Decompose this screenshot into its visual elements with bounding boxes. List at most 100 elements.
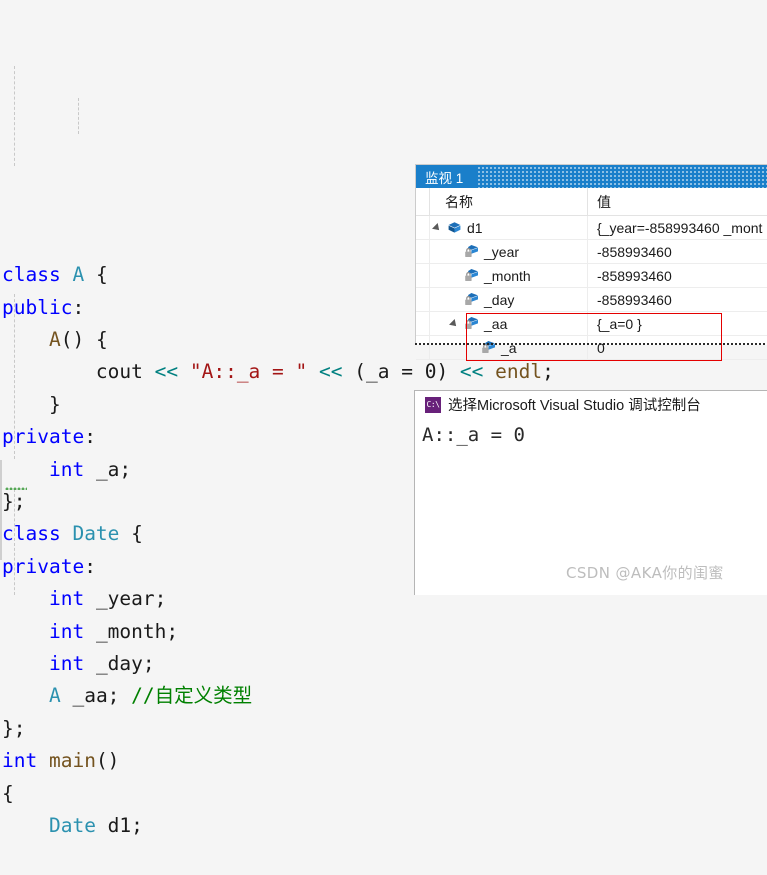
code-token: { — [119, 522, 142, 545]
code-token: int — [49, 587, 84, 610]
code-token: Date — [49, 814, 96, 837]
code-token: << — [319, 360, 342, 383]
watch-row-name-cell[interactable]: _year — [430, 240, 588, 263]
code-line: cout << "A::_a = " << (_a = 0) << endl; — [0, 356, 767, 388]
title-bar-grip — [478, 165, 767, 188]
watch-row-name-cell[interactable]: _day — [430, 288, 588, 311]
code-token: () { — [61, 328, 108, 351]
watch-window-title: 监视 1 — [425, 167, 463, 187]
column-header-value[interactable]: 值 — [588, 188, 767, 215]
code-token: { — [84, 263, 107, 286]
code-token: "A::_a = " — [190, 360, 307, 383]
object-cube-icon — [443, 221, 465, 234]
code-line: { — [0, 778, 767, 810]
field-lock-icon — [460, 244, 482, 259]
code-token: ; — [542, 360, 554, 383]
code-token: A — [49, 328, 61, 351]
code-token — [2, 328, 49, 351]
code-token: } — [2, 393, 61, 416]
code-token: : — [84, 555, 96, 578]
watch-row[interactable]: _a 0 — [416, 336, 767, 360]
code-token: public — [2, 296, 72, 319]
watch-row-name: _year — [482, 244, 519, 260]
code-token: << — [155, 360, 178, 383]
row-gutter — [416, 240, 430, 263]
code-token: }; — [2, 717, 25, 740]
code-token: : — [84, 425, 96, 448]
code-line: Date d1; — [0, 810, 767, 842]
watch-row-name-cell[interactable]: _a — [430, 336, 588, 359]
code-token — [178, 360, 190, 383]
code-token — [483, 360, 495, 383]
code-token: int — [49, 652, 84, 675]
code-token: Date — [72, 522, 119, 545]
code-token: _year; — [84, 587, 166, 610]
chevron-expanded-icon[interactable] — [430, 224, 443, 232]
watch-row-name-cell[interactable]: d1 — [430, 216, 588, 239]
watch-window[interactable]: 监视 1 名称 值 d1{_year=-858993460 _mont_year… — [415, 164, 767, 345]
code-line: int _month; — [0, 616, 767, 648]
watch-row-value[interactable]: 0 — [588, 336, 767, 359]
row-gutter — [416, 336, 430, 359]
watch-row-value[interactable]: {_year=-858993460 _mont — [588, 216, 767, 239]
row-gutter — [416, 216, 430, 239]
console-title-text: 选择Microsoft Visual Studio 调试控制台 — [448, 394, 701, 415]
watch-row-name: _a — [499, 340, 517, 356]
code-token — [2, 652, 49, 675]
watch-column-headers: 名称 值 — [416, 188, 767, 216]
watch-row-name: d1 — [465, 220, 483, 236]
row-gutter — [416, 288, 430, 311]
watch-rows: d1 {_year=-858993460 _mont _year -858993460… — [416, 216, 767, 360]
watch-row-value[interactable]: -858993460 — [588, 288, 767, 311]
watch-row-name: _month — [482, 268, 531, 284]
code-token: cout — [2, 360, 155, 383]
watch-row[interactable]: _month -858993460 — [416, 264, 767, 288]
watch-row-value[interactable]: {_a=0 } — [588, 312, 767, 335]
code-token: int — [2, 749, 49, 772]
chevron-expanded-icon[interactable] — [447, 320, 460, 328]
code-token: ) — [436, 360, 459, 383]
code-token: _a; — [84, 458, 131, 481]
code-token: (_a = — [343, 360, 425, 383]
code-token — [2, 814, 49, 837]
code-token: 0 — [425, 360, 437, 383]
console-output-area: A::_a = 0 — [415, 418, 767, 449]
watch-window-title-bar[interactable]: 监视 1 — [416, 165, 767, 188]
watch-row-value[interactable]: -858993460 — [588, 240, 767, 263]
code-token: _day; — [84, 652, 154, 675]
row-gutter — [416, 312, 430, 335]
code-token: int — [49, 458, 84, 481]
console-app-icon: C:\ — [425, 397, 441, 413]
code-token — [307, 360, 319, 383]
code-line: A _aa; //自定义类型 — [0, 680, 767, 712]
code-token: A — [72, 263, 84, 286]
code-token: //自定义类型 — [131, 684, 252, 707]
watermark: CSDN @AKA你的闺蜜 — [566, 562, 724, 583]
code-token: endl — [495, 360, 542, 383]
watch-row[interactable]: _aa{_a=0 } — [416, 312, 767, 336]
field-lock-icon — [460, 292, 482, 307]
code-token: << — [460, 360, 483, 383]
code-line: int _day; — [0, 648, 767, 680]
console-output-line: A::_a = 0 — [422, 424, 525, 446]
indent-guide — [14, 66, 15, 166]
watch-row-value[interactable]: -858993460 — [588, 264, 767, 287]
code-token — [2, 684, 49, 707]
code-token — [2, 458, 49, 481]
code-token: _aa; — [61, 684, 131, 707]
gutter-column-header — [416, 188, 430, 215]
console-title-bar[interactable]: C:\ 选择Microsoft Visual Studio 调试控制台 — [415, 391, 767, 418]
watch-row[interactable]: _day -858993460 — [416, 288, 767, 312]
code-token: int — [49, 620, 84, 643]
code-token: private — [2, 555, 84, 578]
watch-row-name-cell[interactable]: _aa — [430, 312, 588, 335]
column-header-name[interactable]: 名称 — [430, 188, 588, 215]
watch-row-name-cell[interactable]: _month — [430, 264, 588, 287]
watch-row[interactable]: _year -858993460 — [416, 240, 767, 264]
code-token: : — [72, 296, 84, 319]
field-lock-icon — [460, 268, 482, 283]
watch-row[interactable]: d1 {_year=-858993460 _mont — [416, 216, 767, 240]
code-token: class — [2, 522, 72, 545]
code-token — [2, 587, 49, 610]
watch-row-name: _day — [482, 292, 514, 308]
